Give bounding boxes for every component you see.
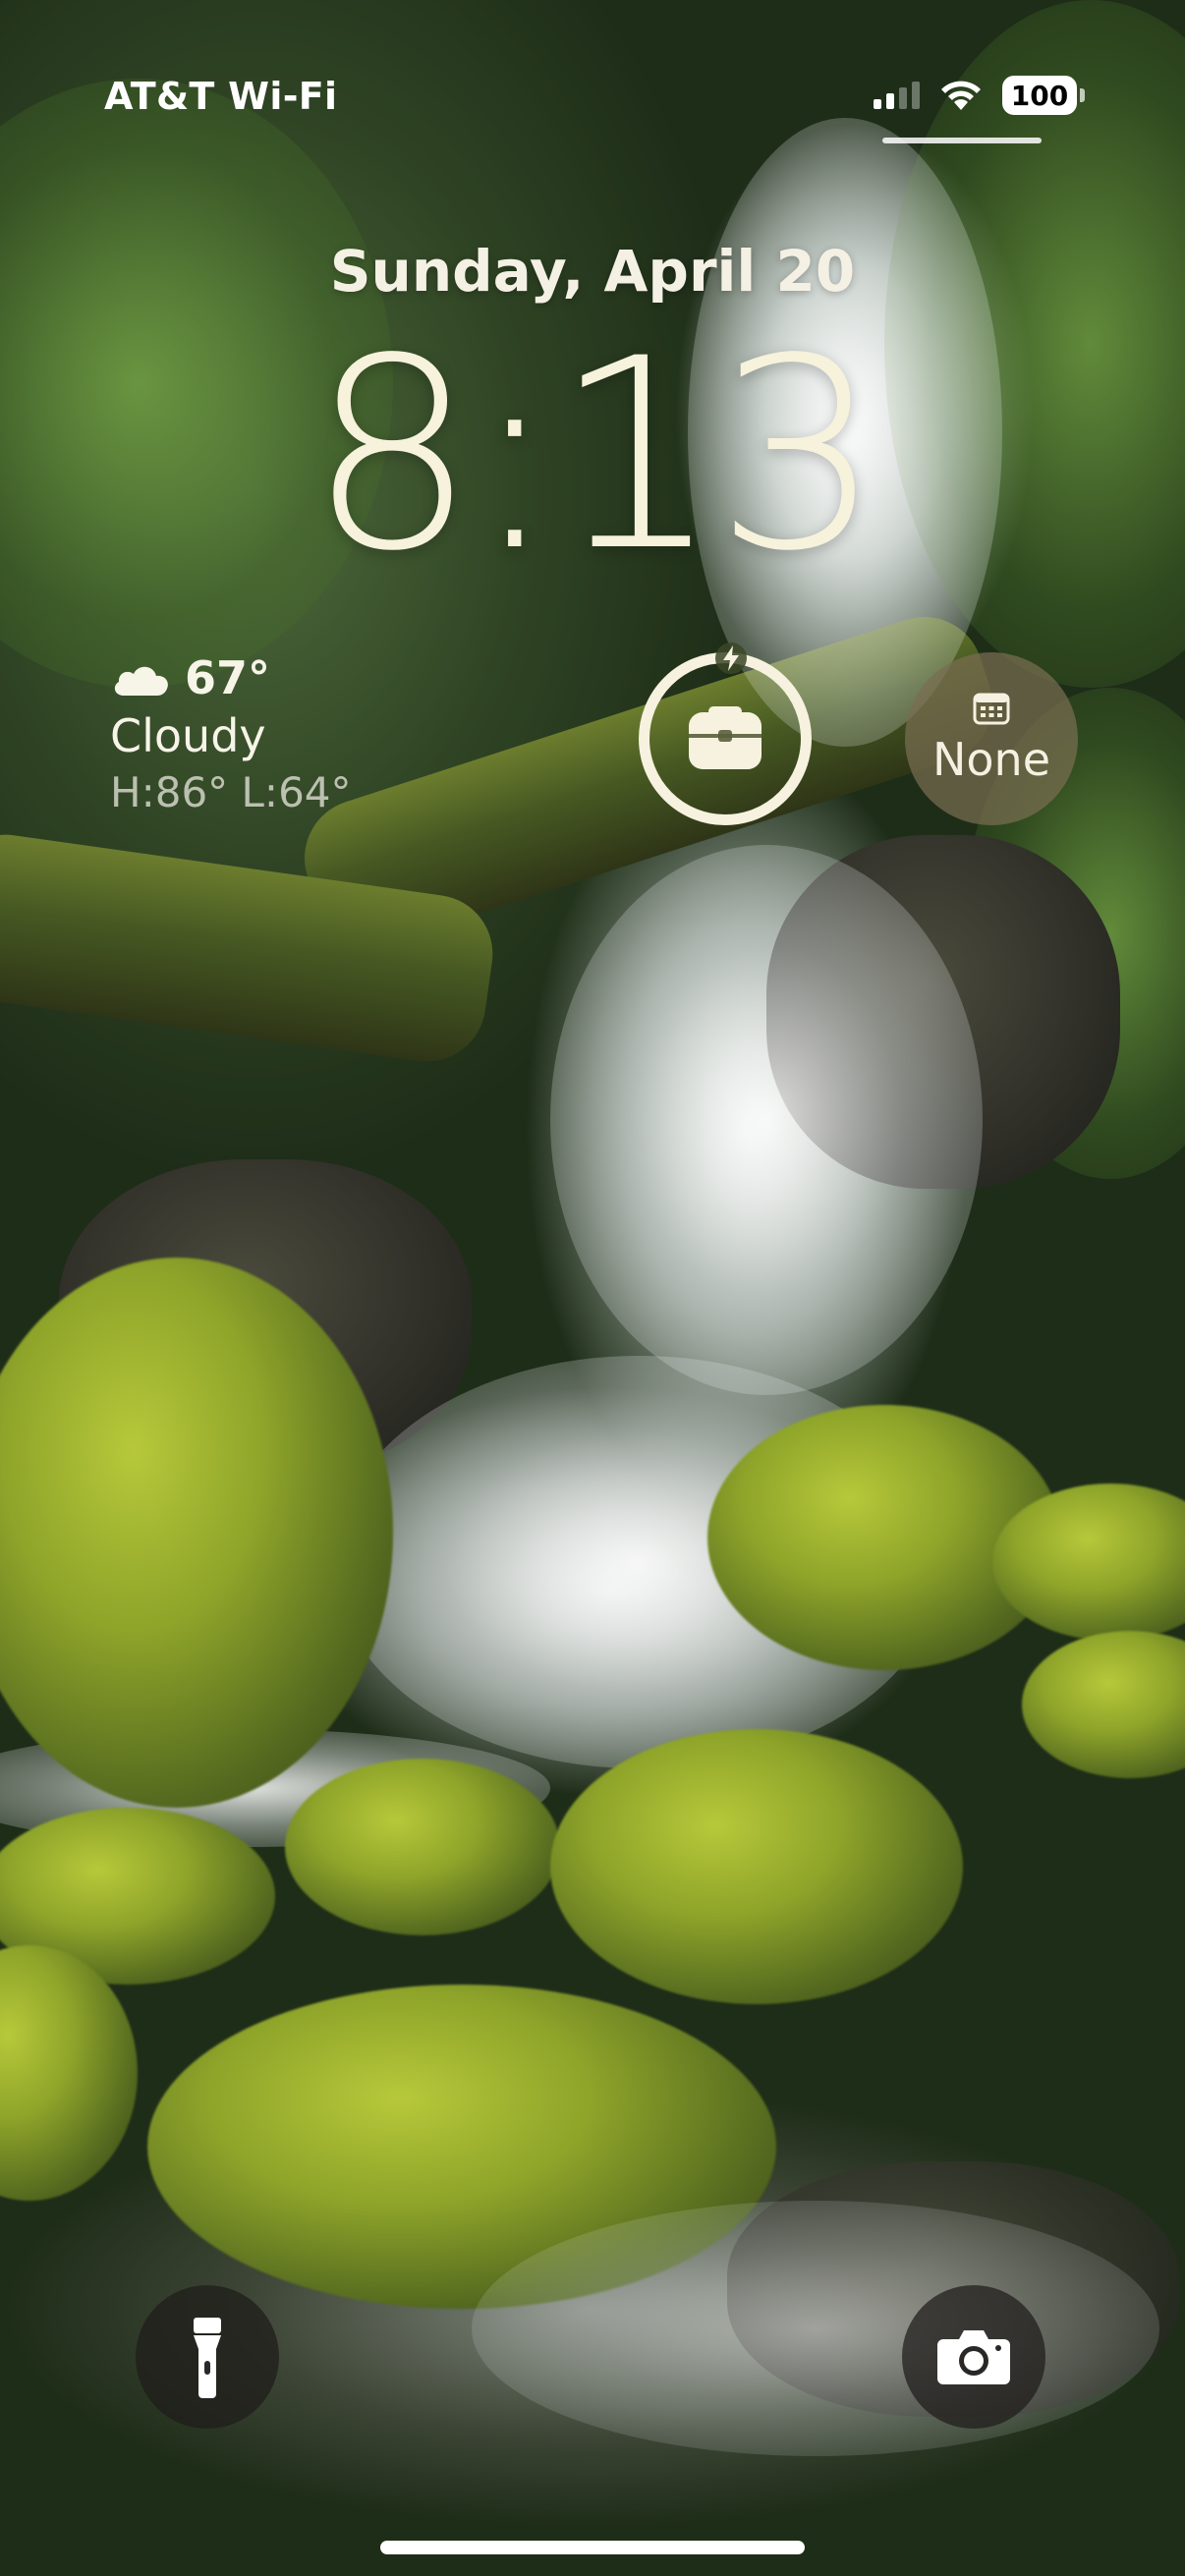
home-indicator[interactable]: [380, 2541, 805, 2554]
calendar-icon: [973, 693, 1010, 725]
calendar-widget[interactable]: None: [905, 652, 1078, 825]
lock-screen: AT&T Wi-Fi 100 Sunday, April 20 8:13 67°…: [0, 0, 1185, 2576]
lock-date: Sunday, April 20: [329, 238, 856, 305]
battery-widget[interactable]: [639, 643, 812, 825]
weather-temperature: 67°: [185, 651, 271, 704]
battery-percent: 100: [1010, 79, 1069, 112]
weather-high-low: H:86° L:64°: [110, 768, 352, 816]
battery-case-icon: [689, 706, 762, 769]
cloudy-icon: [114, 666, 168, 696]
weather-widget[interactable]: 67° Cloudy H:86° L:64°: [110, 648, 424, 816]
battery-indicator: 100: [1002, 76, 1085, 115]
charging-bolt-icon: [715, 643, 747, 674]
carrier-label: AT&T Wi-Fi: [104, 75, 338, 118]
wifi-icon: [941, 81, 981, 110]
lock-clock: 8:13: [309, 303, 882, 609]
flashlight-icon: [194, 2318, 221, 2398]
cellular-signal-icon: [874, 82, 920, 109]
control-center-indicator[interactable]: [882, 138, 1042, 143]
weather-condition: Cloudy: [110, 709, 266, 762]
camera-button[interactable]: [902, 2285, 1045, 2429]
calendar-label: None: [931, 733, 1050, 786]
camera-icon: [937, 2330, 1010, 2384]
status-indicators: 100: [874, 73, 1085, 118]
flashlight-button[interactable]: [136, 2285, 279, 2429]
